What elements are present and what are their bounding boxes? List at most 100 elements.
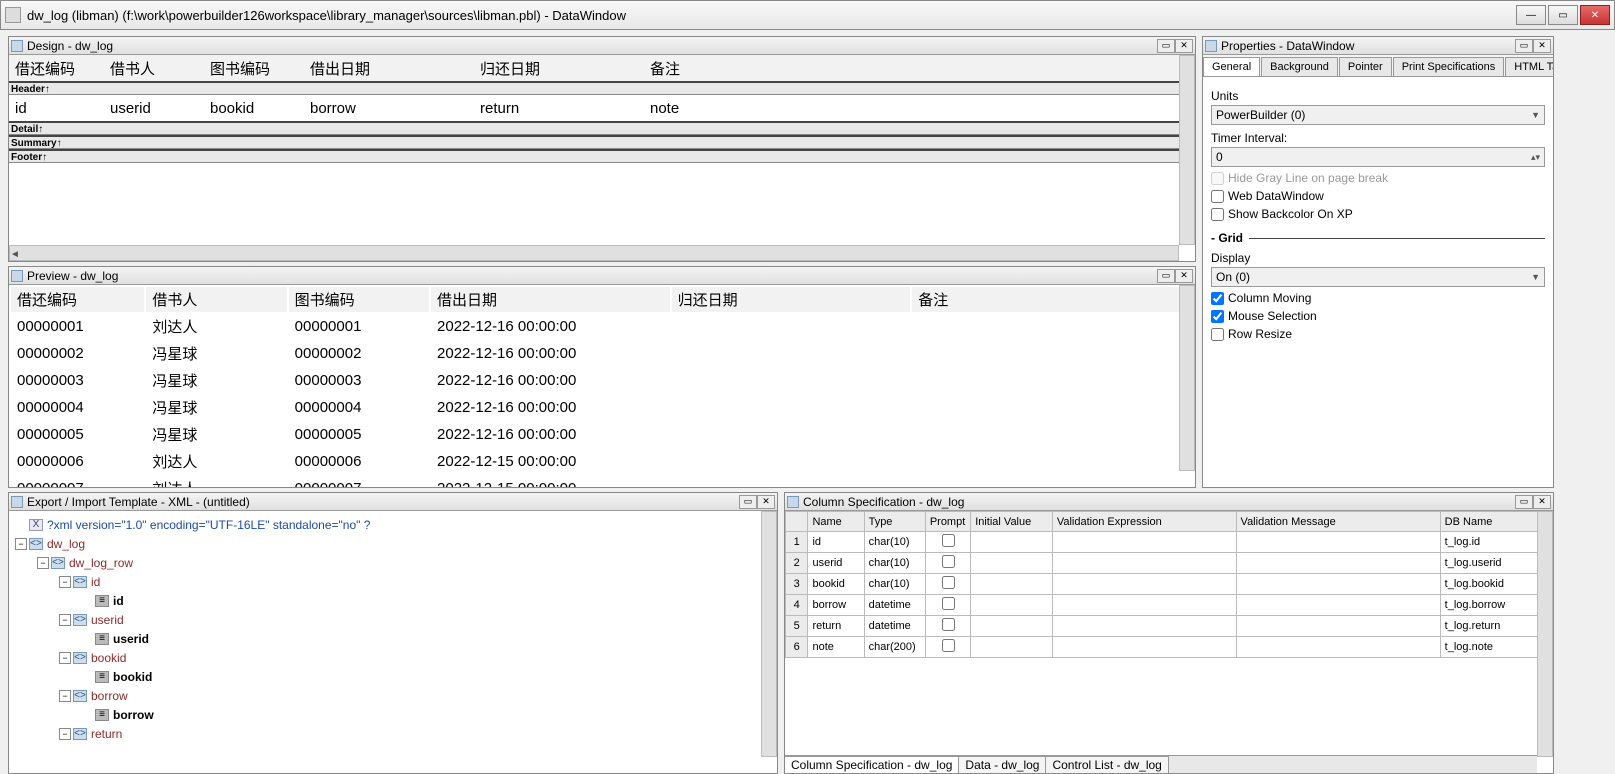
table-row[interactable]: 00000003冯星球000000032022-12-16 00:00:00 bbox=[11, 368, 1193, 393]
detail-band[interactable]: Detail↑ bbox=[9, 121, 1195, 135]
tree-expander[interactable]: − bbox=[59, 576, 71, 588]
table-row[interactable]: 2useridchar(10)t_log.userid bbox=[786, 553, 1553, 574]
tree-node[interactable]: ≡bookid bbox=[15, 667, 771, 686]
tree-node[interactable]: −<>return bbox=[15, 724, 771, 743]
tree-node[interactable]: −<>id bbox=[15, 572, 771, 591]
column-header[interactable]: 借出日期 bbox=[431, 287, 670, 312]
maximize-button[interactable]: ▭ bbox=[1548, 5, 1578, 25]
pane-maximize-button[interactable]: ▭ bbox=[739, 495, 757, 509]
table-row[interactable]: 00000004冯星球000000042022-12-16 00:00:00 bbox=[11, 395, 1193, 420]
tree-node[interactable]: −<>dw_log bbox=[15, 534, 771, 553]
column-header[interactable]: Validation Expression bbox=[1052, 512, 1236, 532]
table-row[interactable]: 6notechar(200)t_log.note bbox=[786, 637, 1553, 658]
header-cell[interactable]: 归还日期 bbox=[474, 56, 644, 81]
prompt-checkbox[interactable] bbox=[942, 597, 955, 610]
pane-maximize-button[interactable]: ▭ bbox=[1515, 495, 1533, 509]
footer-band[interactable]: Footer↑ bbox=[9, 149, 1195, 163]
preview-grid[interactable]: 借还编码借书人图书编码借出日期归还日期备注 00000001刘达人0000000… bbox=[9, 285, 1195, 487]
prompt-checkbox[interactable] bbox=[942, 639, 955, 652]
tree-node[interactable]: −<>userid bbox=[15, 610, 771, 629]
mouse-selection-checkbox[interactable] bbox=[1211, 310, 1224, 323]
close-button[interactable]: ✕ bbox=[1580, 5, 1610, 25]
table-row[interactable]: 3bookidchar(10)t_log.bookid bbox=[786, 574, 1553, 595]
design-header-row[interactable]: 借还编码借书人图书编码借出日期归还日期备注 bbox=[9, 55, 1195, 81]
tree-expander[interactable]: − bbox=[59, 728, 71, 740]
column-header[interactable]: Prompt bbox=[925, 512, 970, 532]
header-cell[interactable]: 图书编码 bbox=[204, 56, 304, 81]
vertical-scrollbar[interactable] bbox=[761, 511, 777, 757]
tree-node[interactable]: X?xml version="1.0" encoding="UTF-16LE" … bbox=[15, 515, 771, 534]
timer-interval-input[interactable]: 0▴▾ bbox=[1211, 147, 1545, 167]
table-row[interactable]: 00000007刘达人000000072022-12-15 00:00:00 bbox=[11, 476, 1193, 487]
tab-pointer[interactable]: Pointer bbox=[1339, 57, 1392, 76]
column-header[interactable]: 借还编码 bbox=[11, 287, 144, 312]
table-row[interactable]: 1idchar(10)t_log.id bbox=[786, 532, 1553, 553]
summary-band[interactable]: Summary↑ bbox=[9, 135, 1195, 149]
column-header[interactable]: Initial Value bbox=[971, 512, 1053, 532]
column-header[interactable]: 图书编码 bbox=[289, 287, 429, 312]
pane-maximize-button[interactable]: ▭ bbox=[1157, 39, 1175, 53]
tree-expander[interactable]: − bbox=[59, 690, 71, 702]
web-datawindow-checkbox[interactable] bbox=[1211, 190, 1224, 203]
pane-maximize-button[interactable]: ▭ bbox=[1515, 39, 1533, 53]
column-header[interactable] bbox=[786, 512, 808, 532]
vertical-scrollbar[interactable] bbox=[1179, 285, 1195, 471]
detail-cell[interactable]: bookid bbox=[204, 98, 304, 119]
units-dropdown[interactable]: PowerBuilder (0)▼ bbox=[1211, 105, 1545, 125]
detail-cell[interactable]: id bbox=[9, 98, 104, 119]
header-cell[interactable]: 借书人 bbox=[104, 56, 204, 81]
minimize-button[interactable]: — bbox=[1516, 5, 1546, 25]
header-band[interactable]: Header↑ bbox=[9, 81, 1195, 95]
display-dropdown[interactable]: On (0)▼ bbox=[1211, 267, 1545, 287]
bottom-tab[interactable]: Control List - dw_log bbox=[1045, 756, 1168, 774]
detail-cell[interactable]: userid bbox=[104, 98, 204, 119]
header-cell[interactable]: 借还编码 bbox=[9, 56, 104, 81]
horizontal-scrollbar[interactable]: ◄ bbox=[9, 245, 1179, 261]
column-header[interactable]: 备注 bbox=[912, 287, 1193, 312]
table-row[interactable]: 5returndatetimet_log.return bbox=[786, 616, 1553, 637]
header-cell[interactable]: 借出日期 bbox=[304, 56, 474, 81]
tree-expander[interactable]: − bbox=[59, 652, 71, 664]
tree-expander[interactable]: − bbox=[15, 538, 27, 550]
column-header[interactable]: Name bbox=[808, 512, 864, 532]
tab-general[interactable]: General bbox=[1203, 57, 1260, 76]
pane-close-button[interactable]: ✕ bbox=[1533, 39, 1551, 53]
vertical-scrollbar[interactable] bbox=[1537, 511, 1553, 757]
table-row[interactable]: 00000002冯星球000000022022-12-16 00:00:00 bbox=[11, 341, 1193, 366]
table-row[interactable]: 00000005冯星球000000052022-12-16 00:00:00 bbox=[11, 422, 1193, 447]
detail-cell[interactable]: borrow bbox=[304, 98, 474, 119]
column-header[interactable]: 借书人 bbox=[146, 287, 286, 312]
bottom-tab[interactable]: Data - dw_log bbox=[958, 756, 1046, 774]
column-header[interactable]: 归还日期 bbox=[672, 287, 911, 312]
column-moving-checkbox[interactable] bbox=[1211, 292, 1224, 305]
column-spec-table[interactable]: NameTypePromptInitial ValueValidation Ex… bbox=[785, 511, 1553, 658]
column-header[interactable]: Validation Message bbox=[1236, 512, 1440, 532]
tab-print-specifications[interactable]: Print Specifications bbox=[1393, 57, 1505, 76]
pane-close-button[interactable]: ✕ bbox=[1175, 39, 1193, 53]
prompt-checkbox[interactable] bbox=[942, 555, 955, 568]
tab-html-table[interactable]: HTML Table bbox=[1505, 57, 1553, 76]
table-row[interactable]: 4borrowdatetimet_log.borrow bbox=[786, 595, 1553, 616]
xml-tree[interactable]: X?xml version="1.0" encoding="UTF-16LE" … bbox=[9, 511, 777, 747]
column-header[interactable]: Type bbox=[864, 512, 925, 532]
tree-expander[interactable]: − bbox=[59, 614, 71, 626]
row-resize-checkbox[interactable] bbox=[1211, 328, 1224, 341]
detail-cell[interactable]: note bbox=[644, 98, 844, 119]
tree-expander[interactable]: − bbox=[37, 557, 49, 569]
tree-node[interactable]: −<>borrow bbox=[15, 686, 771, 705]
tree-node[interactable]: −<>bookid bbox=[15, 648, 771, 667]
tree-node[interactable]: ≡id bbox=[15, 591, 771, 610]
show-backcolor-checkbox[interactable] bbox=[1211, 208, 1224, 221]
prompt-checkbox[interactable] bbox=[942, 618, 955, 631]
header-cell[interactable]: 备注 bbox=[644, 56, 844, 81]
pane-close-button[interactable]: ✕ bbox=[757, 495, 775, 509]
prompt-checkbox[interactable] bbox=[942, 576, 955, 589]
tree-node[interactable]: ≡borrow bbox=[15, 705, 771, 724]
pane-close-button[interactable]: ✕ bbox=[1175, 269, 1193, 283]
pane-maximize-button[interactable]: ▭ bbox=[1157, 269, 1175, 283]
table-row[interactable]: 00000006刘达人000000062022-12-15 00:00:00 bbox=[11, 449, 1193, 474]
table-row[interactable]: 00000001刘达人000000012022-12-16 00:00:00 bbox=[11, 314, 1193, 339]
column-header[interactable]: DB Name bbox=[1440, 512, 1552, 532]
tab-background[interactable]: Background bbox=[1261, 57, 1338, 76]
bottom-tab[interactable]: Column Specification - dw_log bbox=[785, 756, 959, 774]
